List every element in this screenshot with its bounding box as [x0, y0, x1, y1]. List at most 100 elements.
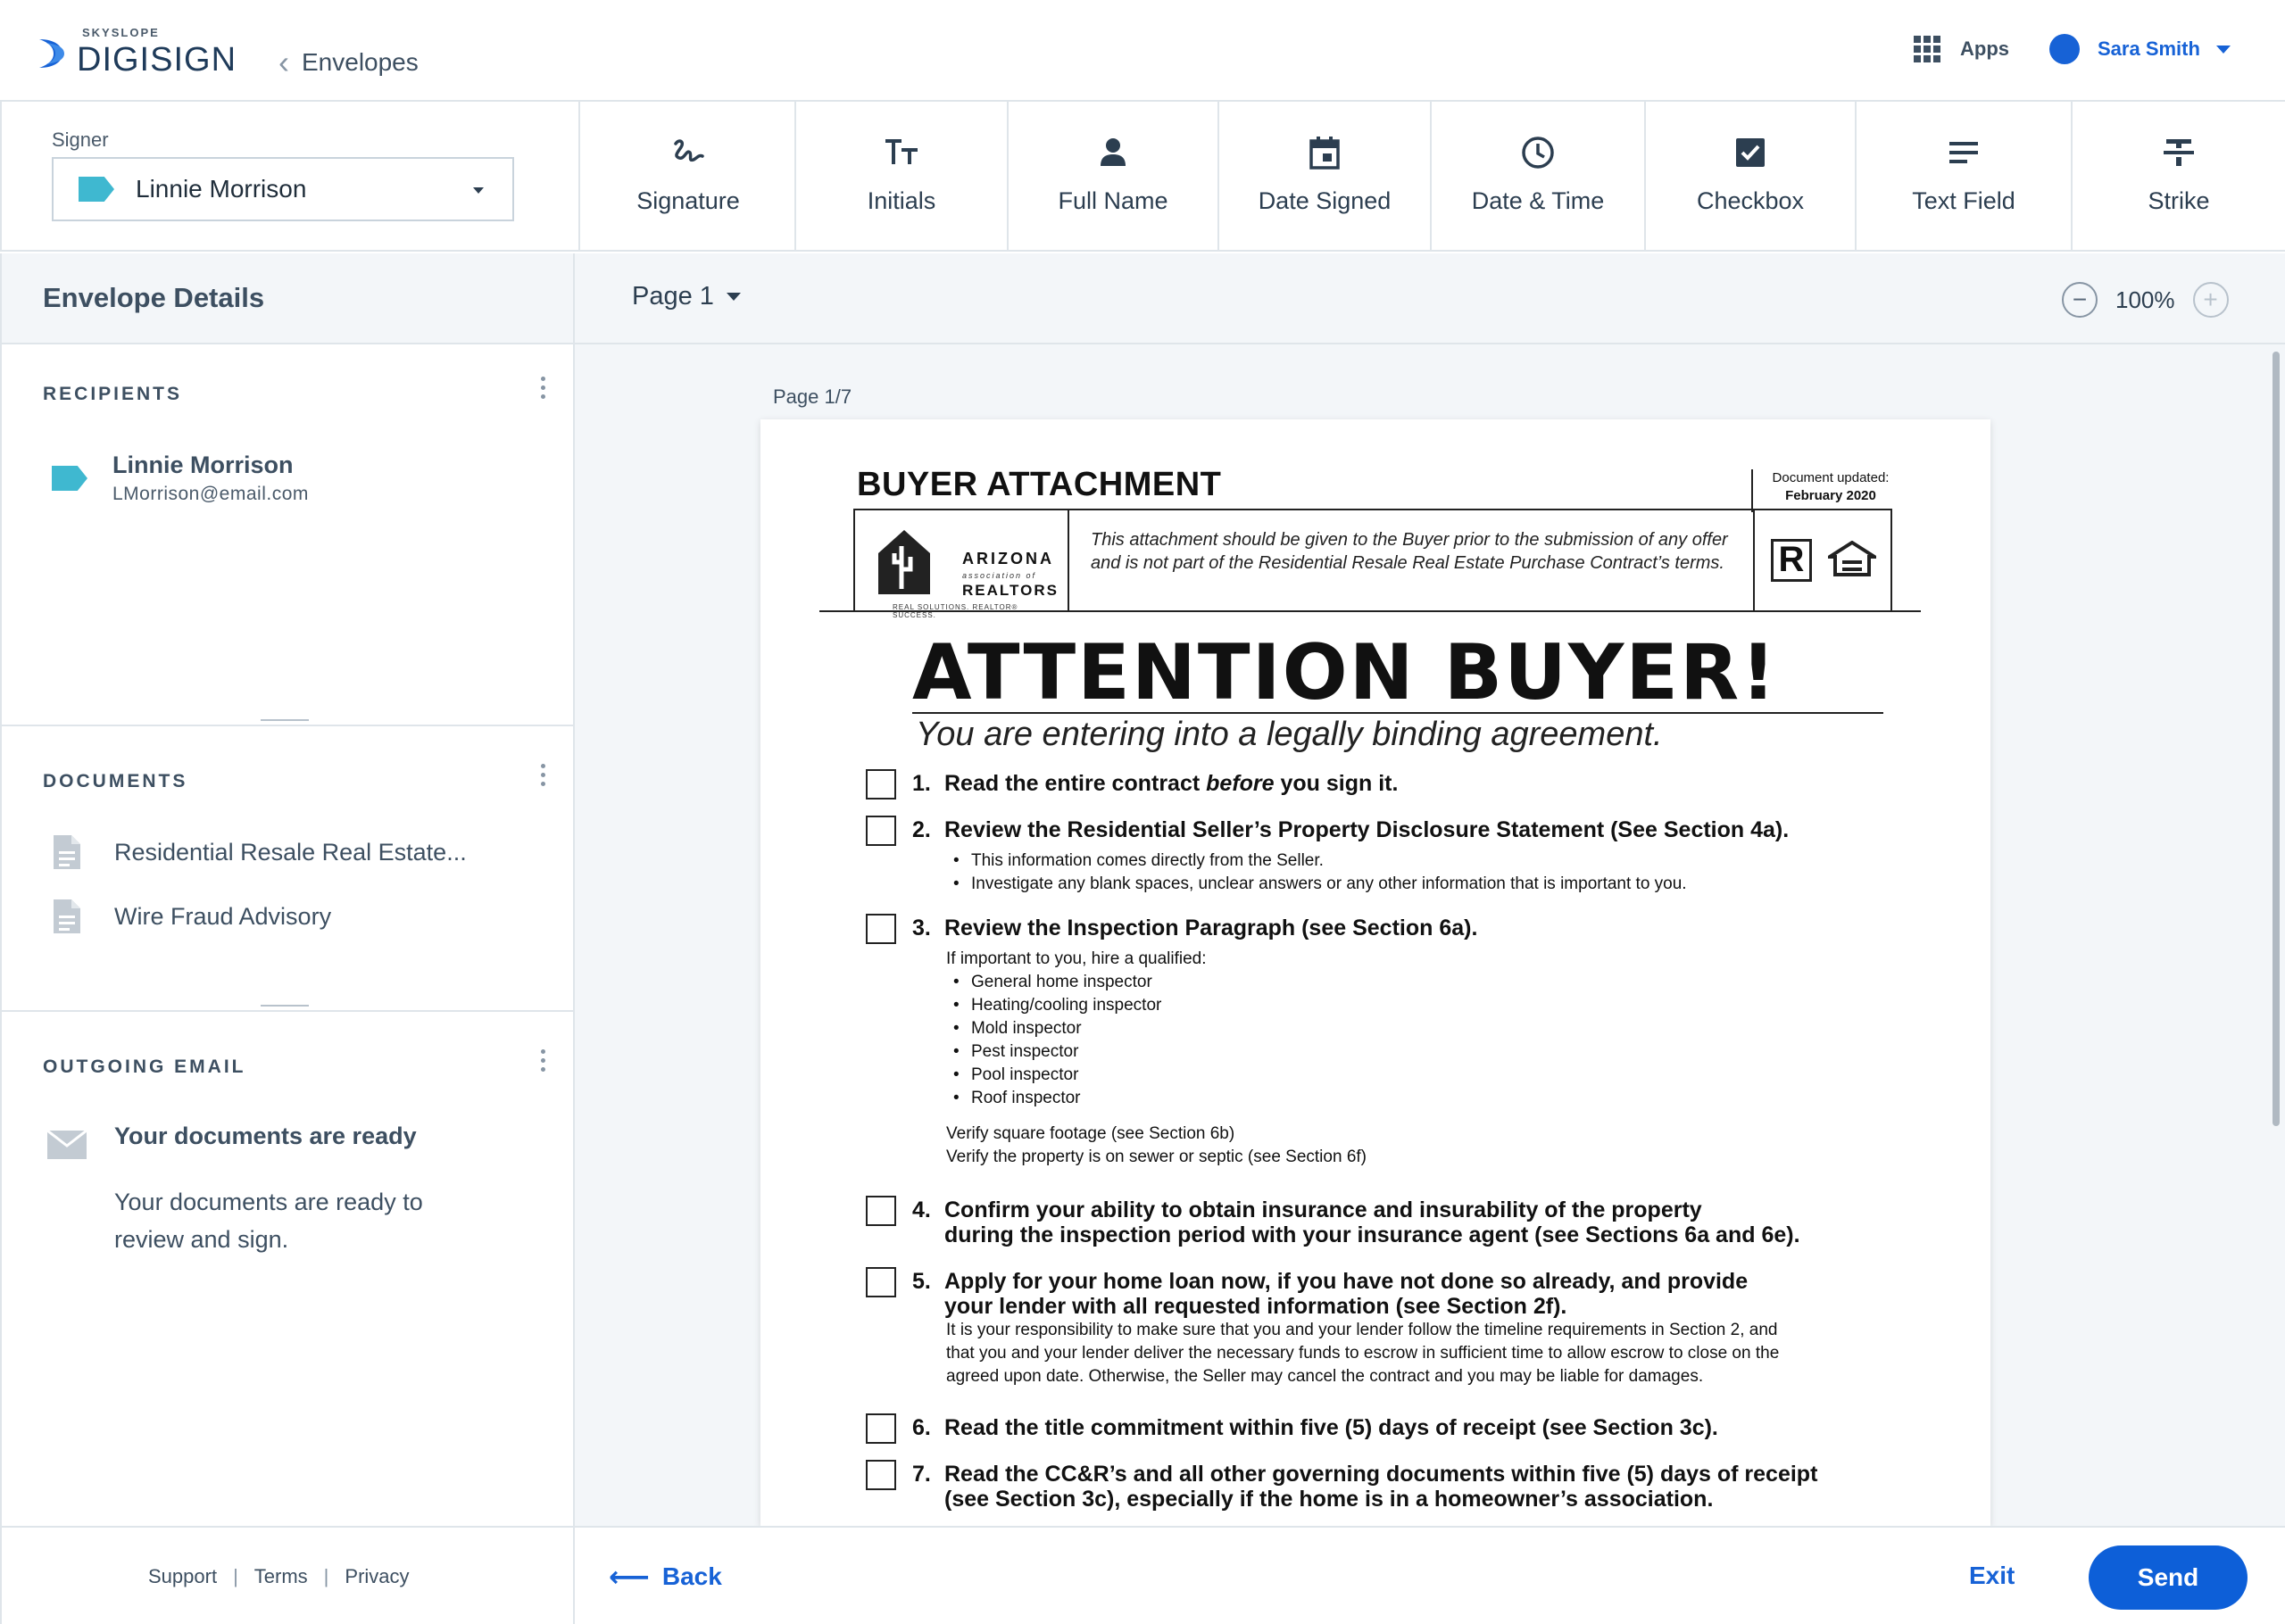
realtor-r-logo-icon: R: [1771, 539, 1812, 582]
item-5-body: It is your responsibility to make sure t…: [946, 1321, 1778, 1339]
support-link[interactable]: Support: [148, 1565, 217, 1588]
back-to-envelopes-link[interactable]: ‹ Envelopes: [278, 46, 419, 79]
item-text: your lender with all requested informati…: [944, 1294, 1567, 1319]
clock-icon: [1517, 132, 1558, 173]
document-page[interactable]: BUYER ATTACHMENT Document updated: Febru…: [760, 419, 1990, 1526]
item-text: you sign it.: [1274, 771, 1399, 796]
doc-item-3: 3. Review the Inspection Paragraph (see S…: [912, 916, 1477, 940]
tool-text-field[interactable]: Text Field: [1857, 102, 2073, 252]
item-3-bullets: General home inspector Heating/cooling i…: [953, 971, 1161, 1110]
page-select[interactable]: Page 1: [632, 282, 741, 311]
terms-link[interactable]: Terms: [254, 1565, 308, 1588]
tool-strike[interactable]: Strike: [2073, 102, 2285, 252]
tool-initials[interactable]: Initials: [796, 102, 1009, 252]
footer-links: Support | Terms | Privacy: [148, 1565, 410, 1588]
signer-select[interactable]: Linnie Morrison: [52, 157, 514, 221]
recipient-email: LMorrison@email.com: [112, 484, 309, 504]
zoom-in-button[interactable]: +: [2192, 282, 2229, 318]
tool-date-signed[interactable]: Date Signed: [1219, 102, 1432, 252]
tool-full-name[interactable]: Full Name: [1009, 102, 1219, 252]
logo-big-text: DIGISIGN: [77, 41, 237, 79]
document-item[interactable]: Wire Fraud Advisory: [52, 898, 331, 935]
item-emphasis: before: [1206, 771, 1275, 796]
item-number: 7.: [912, 1462, 931, 1487]
recipients-more-icon[interactable]: [541, 377, 546, 399]
send-button[interactable]: Send: [2089, 1545, 2248, 1610]
doc-checkbox[interactable]: [866, 816, 896, 846]
doc-checkbox[interactable]: [866, 1196, 896, 1226]
documents-more-icon[interactable]: [541, 764, 546, 786]
bullet-item: Roof inspector: [953, 1087, 1161, 1110]
calendar-icon: [1304, 132, 1345, 173]
zoom-out-button[interactable]: −: [2062, 282, 2098, 318]
outgoing-email-more-icon[interactable]: [541, 1049, 546, 1072]
doc-item-5: 5. Apply for your home loan now, if you h…: [912, 1269, 1748, 1319]
tool-signature[interactable]: Signature: [582, 102, 796, 252]
apps-menu-button[interactable]: Apps: [1914, 36, 2009, 62]
item-text: Confirm your ability to obtain insurance…: [944, 1197, 1702, 1222]
tool-label: Text Field: [1912, 187, 2015, 214]
doc-checkbox[interactable]: [866, 914, 896, 944]
page-label: Page 1/7: [773, 385, 852, 408]
scrollbar-thumb[interactable]: [2273, 352, 2280, 1126]
doc-title: BUYER ATTACHMENT: [857, 466, 1222, 503]
apps-grid-icon: [1914, 36, 1940, 62]
doc-checkbox[interactable]: [866, 1460, 896, 1490]
document-name: Wire Fraud Advisory: [114, 902, 332, 930]
apps-label: Apps: [1960, 37, 2009, 60]
tool-label: Date & Time: [1471, 187, 1605, 214]
item-2-bullets: This information comes directly from the…: [953, 849, 1687, 896]
signer-tag-icon: [79, 177, 114, 202]
doc-rule: [912, 712, 1883, 714]
outgoing-email-title: OUTGOING EMAIL: [43, 1056, 246, 1077]
doc-updated-label: Document updated:: [1772, 470, 1890, 485]
bullet-item: Heating/cooling inspector: [953, 994, 1161, 1017]
tool-label: Date Signed: [1258, 187, 1392, 214]
recipient-name[interactable]: Linnie Morrison: [112, 452, 294, 479]
item-number: 5.: [912, 1269, 931, 1294]
house-cactus-icon: [878, 530, 930, 594]
logo-realtors: REALTORS: [962, 582, 1059, 599]
envelope-details-title: Envelope Details: [2, 253, 573, 344]
document-icon: [54, 835, 80, 869]
exit-button[interactable]: Exit: [1969, 1562, 2015, 1590]
item-text: Read the CC&R’s and all other governing …: [944, 1462, 1818, 1487]
initials-icon: [881, 132, 922, 173]
doc-updated-date: February 2020: [1785, 488, 1876, 503]
skyslope-logo-icon: [39, 39, 64, 68]
tool-label: Full Name: [1058, 187, 1168, 214]
privacy-link[interactable]: Privacy: [345, 1565, 409, 1588]
item-number: 1.: [912, 771, 931, 796]
user-menu-button[interactable]: Sara Smith: [2049, 34, 2231, 64]
doc-item-7: 7. Read the CC&R’s and all other governin…: [912, 1462, 1817, 1512]
logo-association: association of: [962, 571, 1037, 580]
field-toolbar: Signer Linnie Morrison Signature Initial…: [0, 102, 2285, 252]
documents-title: DOCUMENTS: [43, 771, 188, 791]
signer-panel: Signer Linnie Morrison: [0, 102, 580, 252]
section-divider: [2, 1010, 575, 1012]
doc-header-box: ARIZONA association of REALTORS REAL SOL…: [853, 509, 1892, 619]
bullet-item: Pool inspector: [953, 1064, 1161, 1087]
zoom-level: 100%: [2115, 286, 2175, 313]
doc-checkbox[interactable]: [866, 1413, 896, 1444]
caret-down-icon: [473, 187, 484, 194]
section-divider: [2, 725, 575, 726]
viewer-scrollbar[interactable]: [2273, 344, 2280, 1526]
chevron-left-icon: ‹: [278, 44, 289, 80]
item-text: (see Section 3c), especially if the home…: [944, 1487, 1714, 1512]
caret-down-icon: [726, 293, 741, 301]
digisign-logo[interactable]: SKYSLOPE DIGISIGN: [36, 27, 237, 80]
link-separator: |: [323, 1565, 329, 1587]
doc-checkbox[interactable]: [866, 769, 896, 800]
link-separator: |: [233, 1565, 238, 1587]
document-name: Residential Resale Real Estate...: [114, 838, 467, 866]
tool-checkbox[interactable]: Checkbox: [1646, 102, 1857, 252]
document-item[interactable]: Residential Resale Real Estate...: [52, 833, 467, 871]
back-button[interactable]: ⟵ Back: [609, 1560, 722, 1594]
tool-date-time[interactable]: Date & Time: [1432, 102, 1646, 252]
doc-subheadline: You are entering into a legally binding …: [916, 716, 1663, 753]
item-3-verify: Verify the property is on sewer or septi…: [946, 1148, 1367, 1166]
doc-item-6: 6. Read the title commitment within five …: [912, 1415, 1718, 1440]
logo-arizona: ARIZONA: [962, 550, 1054, 568]
doc-checkbox[interactable]: [866, 1267, 896, 1297]
